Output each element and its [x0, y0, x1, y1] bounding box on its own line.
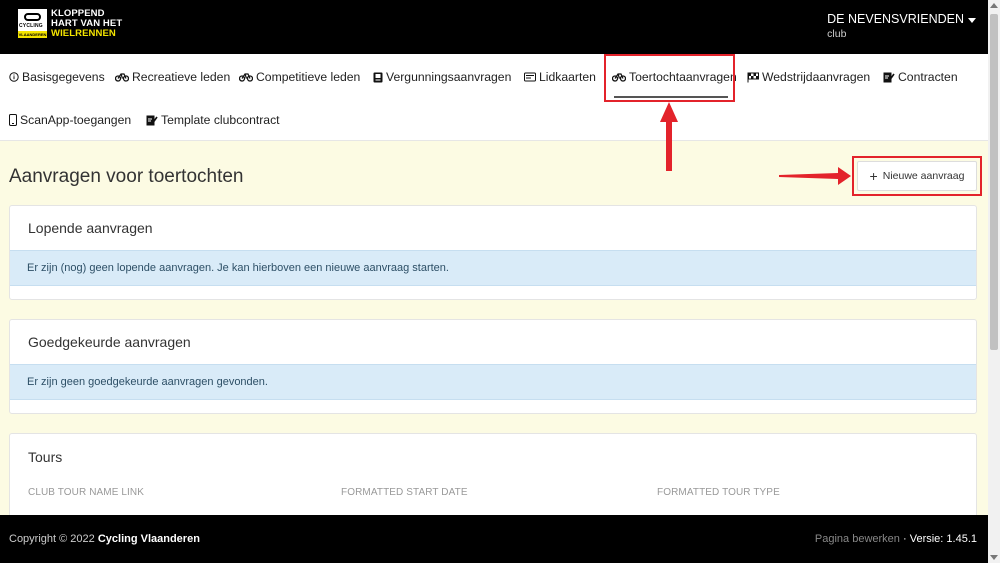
new-request-button-label: Nieuwe aanvraag: [882, 170, 965, 182]
nav-item-label: Competitieve leden: [256, 70, 361, 84]
nav-item-label: Recreatieve leden: [132, 70, 231, 84]
nav-item-lidkaarten[interactable]: Lidkaarten: [524, 67, 596, 87]
nav-item-label: ScanApp-toegangen: [20, 113, 132, 127]
nav-item-basisgegevens[interactable]: Basisgegevens: [9, 67, 105, 87]
approved-requests-panel: Goedgekeurde aanvragen Er zijn geen goed…: [9, 319, 977, 414]
logo-text: KLOPPEND HART VAN HET WIELRENNEN: [51, 9, 122, 39]
signature-icon: [883, 72, 895, 83]
club-nav: Basisgegevens Recreatieve leden Competit…: [0, 54, 988, 141]
nav-item-contracten[interactable]: Contracten: [883, 67, 958, 87]
copyright: Copyright © 2022 Cycling Vlaanderen: [9, 533, 200, 545]
nav-item-label: Vergunningsaanvragen: [386, 70, 512, 84]
id-card-icon: [524, 72, 536, 82]
caret-down-icon: [968, 18, 976, 23]
page-title: Aanvragen voor toertochten: [9, 166, 244, 187]
info-circle-icon: [9, 72, 19, 82]
edit-page-link[interactable]: Pagina bewerken: [815, 533, 900, 545]
logo-badge-sub: VLAANDEREN: [18, 31, 47, 38]
nav-item-label: Template clubcontract: [161, 113, 280, 127]
nav-item-label: Wedstrijdaanvragen: [762, 70, 871, 84]
nav-item-template-clubcontract[interactable]: Template clubcontract: [146, 110, 280, 130]
copyright-prefix: Copyright © 2022: [9, 533, 95, 545]
logo-badge-text: CYCLING: [19, 23, 43, 29]
highlight-box-toertochten-tab: [604, 54, 735, 102]
bicycle-icon: [115, 72, 129, 82]
running-requests-empty-alert: Er zijn (nog) geen lopende aanvragen. Je…: [10, 250, 976, 286]
user-name[interactable]: DE NEVENSVRIENDEN: [827, 12, 976, 26]
page-footer: Copyright © 2022 Cycling Vlaanderen Pagi…: [0, 515, 988, 563]
user-menu[interactable]: DE NEVENSVRIENDEN club: [827, 12, 976, 40]
signature-icon: [146, 115, 158, 126]
approved-requests-empty-alert: Er zijn geen goedgekeurde aanvragen gevo…: [10, 364, 976, 400]
scroll-thumb[interactable]: [990, 14, 998, 350]
tours-panel: Tours CLUB TOUR NAME LINK FORMATTED STAR…: [9, 433, 977, 523]
footer-separator: ·: [902, 533, 907, 545]
user-name-label: DE NEVENSVRIENDEN: [827, 12, 964, 26]
running-requests-panel: Lopende aanvragen Er zijn (nog) geen lop…: [9, 205, 977, 300]
approved-requests-title: Goedgekeurde aanvragen: [28, 334, 191, 350]
running-requests-title: Lopende aanvragen: [28, 220, 153, 236]
id-badge-icon: [373, 72, 383, 83]
column-header-formatted-tour-type[interactable]: FORMATTED TOUR TYPE: [657, 487, 780, 498]
logo-line-3: WIELRENNEN: [51, 28, 116, 39]
bicycle-icon: [239, 72, 253, 82]
arrow-right-icon: [779, 167, 851, 185]
nav-item-vergunningsaanvragen[interactable]: Vergunningsaanvragen: [373, 67, 511, 87]
logo-ring-icon: [24, 13, 41, 21]
mobile-icon: [9, 114, 17, 126]
nav-item-competitieve-leden[interactable]: Competitieve leden: [239, 67, 360, 87]
scroll-down-icon[interactable]: [990, 555, 998, 560]
nav-item-recreatieve-leden[interactable]: Recreatieve leden: [115, 67, 230, 87]
column-header-club-tour-name-link[interactable]: CLUB TOUR NAME LINK: [28, 487, 144, 498]
top-header: CYCLING VLAANDEREN KLOPPEND HART VAN HET…: [0, 0, 988, 54]
new-request-button[interactable]: + Nieuwe aanvraag: [857, 161, 977, 191]
vertical-scrollbar[interactable]: [988, 0, 1000, 563]
nav-item-label: Lidkaarten: [539, 70, 596, 84]
logo-badge: CYCLING VLAANDEREN: [18, 9, 47, 38]
scroll-up-icon[interactable]: [990, 3, 998, 8]
tours-title: Tours: [28, 449, 63, 465]
nav-item-scanapp-toegangen[interactable]: ScanApp-toegangen: [9, 110, 131, 130]
nav-item-label: Basisgegevens: [22, 70, 105, 84]
nav-item-label: Contracten: [898, 70, 958, 84]
copyright-org: Cycling Vlaanderen: [97, 533, 200, 545]
cycling-vlaanderen-logo[interactable]: CYCLING VLAANDEREN KLOPPEND HART VAN HET…: [18, 9, 122, 39]
nav-item-wedstrijdaanvragen[interactable]: Wedstrijdaanvragen: [747, 67, 870, 87]
checkered-flag-icon: [747, 72, 759, 83]
user-role: club: [827, 28, 847, 40]
column-header-formatted-start-date[interactable]: FORMATTED START DATE: [341, 487, 468, 498]
plus-icon: +: [869, 168, 878, 184]
version-label: Versie: 1.45.1: [909, 533, 977, 545]
footer-meta: Pagina bewerken · Versie: 1.45.1: [815, 533, 977, 545]
